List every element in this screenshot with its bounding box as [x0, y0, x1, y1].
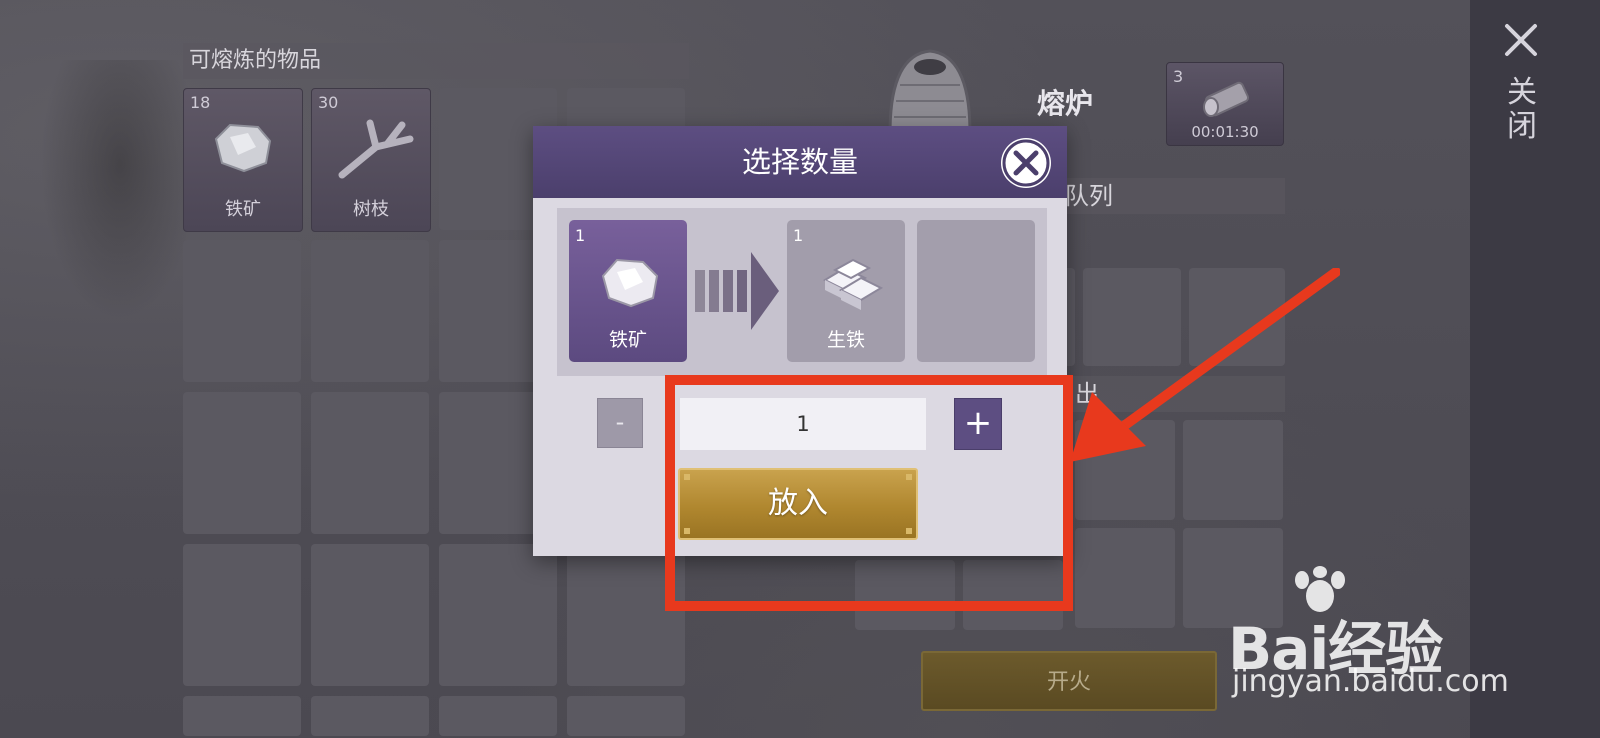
pig-iron-icon: [822, 258, 884, 310]
watermark-url: jingyan.baidu.com: [1232, 664, 1509, 699]
dialog-close-button[interactable]: [1001, 138, 1051, 188]
recipe-output-slot[interactable]: 1 生铁: [787, 220, 905, 362]
iron-ore-icon: [214, 123, 272, 173]
furnace-title: 熔炉: [1037, 87, 1094, 120]
empty-slot[interactable]: [439, 544, 557, 686]
item-count: 18: [190, 93, 211, 112]
input-count: 1: [575, 226, 586, 245]
annotation-highlight-box: [665, 375, 1073, 611]
iron-ore-icon: [601, 258, 659, 308]
side-close-label[interactable]: 关闭: [1505, 76, 1539, 144]
item-name: 树枝: [353, 199, 389, 220]
recipe-input-slot[interactable]: 1 铁矿: [569, 220, 687, 362]
fuel-timer: 00:01:30: [1191, 123, 1259, 141]
recipe-area: 1 铁矿 1 生铁: [557, 208, 1047, 376]
output-slot[interactable]: [1075, 528, 1175, 628]
output-name: 生铁: [826, 329, 865, 351]
item-slot-branch[interactable]: 30 树枝: [311, 88, 431, 232]
input-name: 铁矿: [608, 329, 647, 351]
item-name: 铁矿: [225, 199, 261, 220]
output-count: 1: [793, 226, 804, 245]
empty-slot[interactable]: [311, 544, 429, 686]
fire-button[interactable]: 开火: [921, 651, 1217, 711]
close-icon: [1002, 139, 1050, 187]
annotation-arrow-icon: [1070, 268, 1340, 462]
close-icon[interactable]: [1503, 22, 1539, 58]
fuel-slot[interactable]: 3 00:01:30: [1166, 62, 1284, 146]
dialog-title: 选择数量: [533, 126, 1067, 198]
empty-slot[interactable]: [439, 696, 557, 736]
empty-slot[interactable]: [183, 696, 301, 736]
arrow-right-icon: [695, 252, 779, 330]
background-character-art: [40, 60, 200, 320]
smeltable-items-title: 可熔炼的物品: [183, 43, 689, 79]
empty-slot[interactable]: [311, 696, 429, 736]
item-count: 30: [318, 93, 339, 112]
empty-slot[interactable]: [311, 392, 429, 534]
empty-slot[interactable]: [183, 544, 301, 686]
empty-slot[interactable]: [567, 696, 685, 736]
empty-slot[interactable]: [183, 392, 301, 534]
empty-slot[interactable]: [311, 240, 429, 382]
fuel-count: 3: [1173, 67, 1184, 86]
quantity-decrease-button[interactable]: -: [597, 398, 643, 448]
item-slot-iron-ore[interactable]: 18 铁矿: [183, 88, 303, 232]
empty-slot[interactable]: [183, 240, 301, 382]
queue-label: 队列: [1045, 178, 1285, 214]
recipe-empty-slot: [917, 220, 1035, 362]
furnace-icon: [876, 49, 984, 135]
branch-icon: [338, 119, 414, 179]
log-icon: [1203, 81, 1250, 117]
